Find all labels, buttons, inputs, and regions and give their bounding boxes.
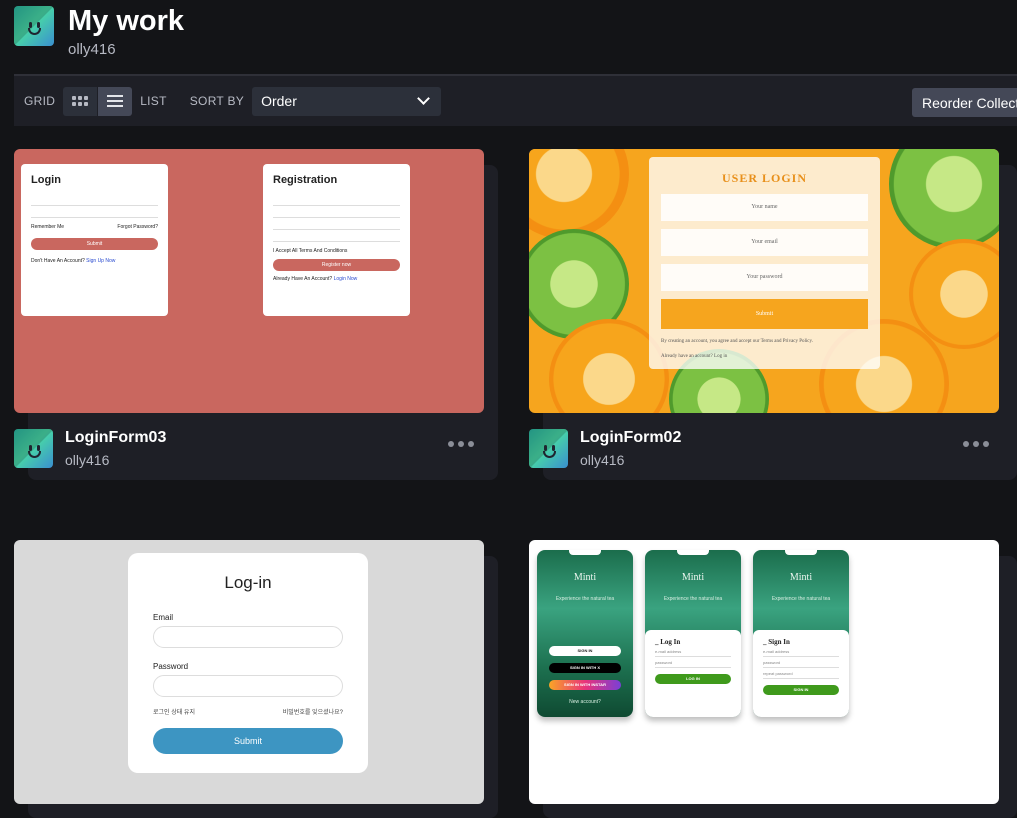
mock-signin-button: SIGN IN xyxy=(763,685,839,695)
pen-preview[interactable]: USER LOGIN Your name Your email Your pas… xyxy=(529,149,999,413)
mock-already: Already have an account? xyxy=(661,354,713,359)
grid-label: GRID xyxy=(24,94,56,108)
mock-submit: Submit xyxy=(31,238,158,250)
mock-email-field: Your email xyxy=(661,229,868,256)
mock-terms: By creating an account, you agree and ac… xyxy=(661,339,813,344)
sort-select-value: Order xyxy=(261,93,297,109)
mock-login-title: _ Log In xyxy=(655,638,681,646)
mock-email-label: Email xyxy=(153,613,174,622)
registration-form-mock: Registration I Accept All Terms And Cond… xyxy=(263,164,410,316)
phone-mock: Minti Experience the natural tea _ Log I… xyxy=(645,550,741,717)
mock-remember: Remember Me xyxy=(31,224,65,230)
pen-card[interactable]: Login Remember Me Forgot Password? Submit… xyxy=(14,149,484,468)
mock-title: USER LOGIN xyxy=(721,171,808,185)
mock-password-field: Your password xyxy=(661,264,868,291)
mock-title: Registration xyxy=(273,174,338,186)
list-view-button[interactable] xyxy=(98,86,133,116)
mock-new-account: New account? xyxy=(569,699,601,705)
mock-submit: Submit xyxy=(153,728,343,754)
pen-preview[interactable]: Minti Experience the natural tea SIGN IN… xyxy=(529,540,999,804)
view-toolbar: GRID LIST SORT BY Order Reorder Collecti xyxy=(14,74,1017,126)
mock-no-account: Don't Have An Account? xyxy=(31,258,85,264)
mock-brand: Minti xyxy=(573,572,597,583)
owner-avatar[interactable] xyxy=(529,429,568,468)
pen-card[interactable]: Log-in Email Password 로그인 상태 유지 비밀번호를 잊으셨… xyxy=(14,540,484,804)
mock-signup-link: Sign Up Now xyxy=(86,258,116,264)
mock-register: Register now xyxy=(273,259,400,271)
pen-meta: LoginForm02 olly416 xyxy=(529,429,999,468)
mock-already: Already Have An Account? xyxy=(273,276,333,282)
mock-accept: I Accept All Terms And Conditions xyxy=(273,248,348,254)
username[interactable]: olly416 xyxy=(68,41,184,58)
grid-view-button[interactable] xyxy=(63,86,98,116)
more-options-icon[interactable] xyxy=(963,441,989,447)
mock-name-field: Your name xyxy=(661,194,868,221)
pen-title[interactable]: LoginForm03 xyxy=(65,429,166,447)
mock-tagline: Experience the natural tea xyxy=(555,596,615,602)
sort-select[interactable]: Order xyxy=(252,86,442,116)
mock-tagline: Experience the natural tea xyxy=(771,596,831,602)
mock-title: Log-in xyxy=(224,573,272,592)
mock-email-field: e-mail address xyxy=(763,646,839,657)
mock-sign-in-x: SIGN IN WITH X xyxy=(549,663,621,673)
pen-owner[interactable]: olly416 xyxy=(580,452,681,468)
phone-mock: Minti Experience the natural tea SIGN IN… xyxy=(537,550,633,717)
pen-preview[interactable]: Log-in Email Password 로그인 상태 유지 비밀번호를 잊으셨… xyxy=(14,540,484,804)
mock-sign-in-insta: SIGN IN WITH INSTAR xyxy=(549,680,621,690)
mock-repeat-field: repeat password xyxy=(763,668,839,679)
page-title: My work xyxy=(68,5,185,37)
mock-login-button: LOG IN xyxy=(655,674,731,684)
more-options-icon[interactable] xyxy=(448,441,474,447)
mock-password-field: password xyxy=(763,657,839,668)
mock-submit: Submit xyxy=(661,299,868,329)
mock-password-field: password xyxy=(655,657,731,668)
list-label: LIST xyxy=(140,94,167,108)
phone-mock: Minti Experience the natural tea _ Sign … xyxy=(753,550,849,717)
mock-email-field: e-mail address xyxy=(655,646,731,657)
user-login-mock: USER LOGIN Your name Your email Your pas… xyxy=(649,157,880,369)
pen-owner[interactable]: olly416 xyxy=(65,452,166,468)
reorder-collection-button[interactable]: Reorder Collecti xyxy=(912,88,1017,117)
mock-brand: Minti xyxy=(789,572,813,583)
mock-forgot: 비밀번호를 잊으셨나요? xyxy=(282,710,343,716)
mock-password-label: Password xyxy=(153,662,189,671)
mock-login-link: Log in xyxy=(714,354,728,359)
owner-avatar[interactable] xyxy=(14,429,53,468)
mock-keep-signed-in: 로그인 상태 유지 xyxy=(153,710,195,716)
view-toggle xyxy=(63,86,133,116)
mock-login-link: Login Now xyxy=(333,276,358,282)
login-form-mock: Login Remember Me Forgot Password? Submit… xyxy=(21,164,168,316)
profile-header: My work olly416 xyxy=(14,6,184,58)
user-avatar[interactable] xyxy=(14,6,54,46)
chevron-down-icon xyxy=(417,92,430,105)
mock-title: Login xyxy=(31,174,61,186)
pen-card[interactable]: Minti Experience the natural tea SIGN IN… xyxy=(529,540,999,804)
mock-forgot: Forgot Password? xyxy=(117,224,158,230)
mock-brand: Minti xyxy=(681,572,705,583)
pen-card[interactable]: USER LOGIN Your name Your email Your pas… xyxy=(529,149,999,468)
list-icon xyxy=(107,95,124,107)
grid-icon xyxy=(72,96,89,106)
korean-login-mock: Log-in Email Password 로그인 상태 유지 비밀번호를 잊으셨… xyxy=(128,553,368,773)
mock-sign-in: SIGN IN xyxy=(549,646,621,656)
pen-title[interactable]: LoginForm02 xyxy=(580,429,681,447)
mock-signin-title: _ Sign In xyxy=(763,638,790,646)
mock-tagline: Experience the natural tea xyxy=(663,596,723,602)
pen-meta: LoginForm03 olly416 xyxy=(14,429,484,468)
pen-preview[interactable]: Login Remember Me Forgot Password? Submit… xyxy=(14,149,484,413)
sort-by-label: SORT BY xyxy=(189,94,245,108)
